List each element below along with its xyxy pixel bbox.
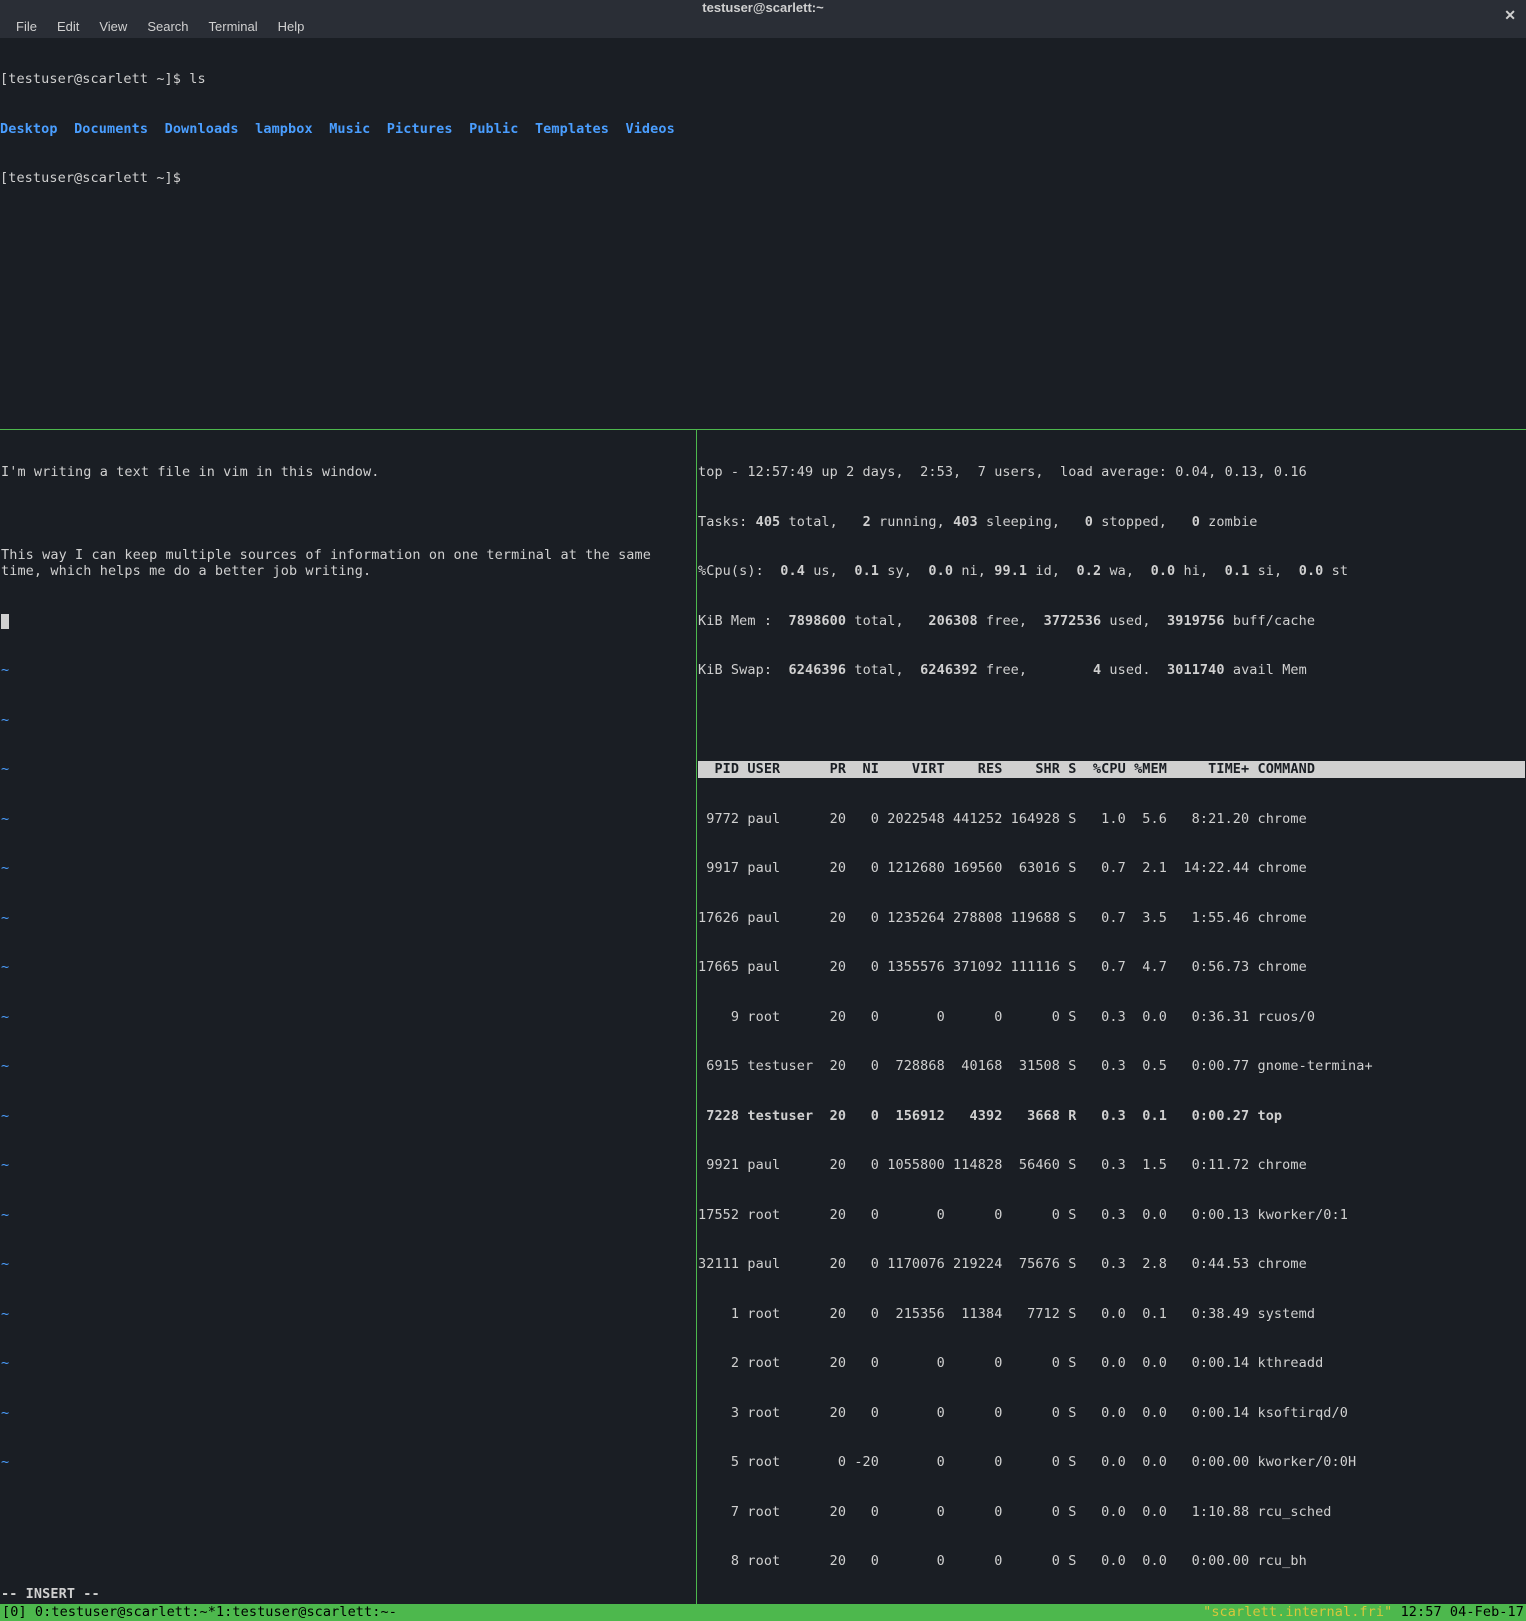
vim-tilde: ~ bbox=[1, 910, 695, 927]
tmux-status-bar[interactable]: [0] 0:testuser@scarlett:~* 1:testuser@sc… bbox=[0, 1604, 1526, 1621]
vim-tilde: ~ bbox=[1, 1454, 695, 1471]
vim-tilde: ~ bbox=[1, 712, 695, 729]
top-process-row: 6915 testuser 20 0 728868 40168 31508 S … bbox=[698, 1058, 1525, 1075]
tmux-clock: 12:57 04-Feb-17 bbox=[1392, 1604, 1524, 1620]
dir-desktop: Desktop bbox=[0, 121, 58, 137]
top-process-row: 3 root 20 0 0 0 0 S 0.0 0.0 0:00.14 ksof… bbox=[698, 1405, 1525, 1422]
vim-tilde: ~ bbox=[1, 1355, 695, 1372]
cursor-icon bbox=[1, 614, 9, 629]
top-summary-cpu: %Cpu(s): 0.4 us, 0.1 sy, 0.0 ni, 99.1 id… bbox=[698, 563, 1525, 580]
vim-cursor-line bbox=[1, 613, 695, 630]
top-summary-swap: KiB Swap: 6246396 total, 6246392 free, 4… bbox=[698, 662, 1525, 679]
vim-pane[interactable]: I'm writing a text file in vim in this w… bbox=[0, 430, 697, 1604]
vim-tilde: ~ bbox=[1, 1306, 695, 1323]
top-process-row: 17626 paul 20 0 1235264 278808 119688 S … bbox=[698, 910, 1525, 927]
top-process-row: 7 root 20 0 0 0 0 S 0.0 0.0 1:10.88 rcu_… bbox=[698, 1504, 1525, 1521]
vim-tilde: ~ bbox=[1, 1157, 695, 1174]
top-summary-1: top - 12:57:49 up 2 days, 2:53, 7 users,… bbox=[698, 464, 1525, 481]
window-titlebar: testuser@scarlett:~ ✕ bbox=[0, 0, 1526, 15]
tmux-status-right: "scarlett.internal.fri" 12:57 04-Feb-17 bbox=[1203, 1604, 1524, 1620]
menu-file[interactable]: File bbox=[6, 15, 47, 38]
tmux-window-0[interactable]: 0:testuser@scarlett:~* bbox=[35, 1604, 216, 1620]
top-process-row-active: 7228 testuser 20 0 156912 4392 3668 R 0.… bbox=[698, 1108, 1525, 1125]
menu-help[interactable]: Help bbox=[268, 15, 315, 38]
top-process-row: 9921 paul 20 0 1055800 114828 56460 S 0.… bbox=[698, 1157, 1525, 1174]
top-process-row: 2 root 20 0 0 0 0 S 0.0 0.0 0:00.14 kthr… bbox=[698, 1355, 1525, 1372]
vim-tilde: ~ bbox=[1, 1009, 695, 1026]
vim-tilde: ~ bbox=[1, 959, 695, 976]
close-icon[interactable]: ✕ bbox=[1504, 7, 1516, 24]
dir-music: Music bbox=[329, 121, 370, 137]
ls-output: Desktop Documents Downloads lampbox Musi… bbox=[0, 121, 1526, 138]
top-process-row: 9917 paul 20 0 1212680 169560 63016 S 0.… bbox=[698, 860, 1525, 877]
top-process-row: 8 root 20 0 0 0 0 S 0.0 0.0 0:00.00 rcu_… bbox=[698, 1553, 1525, 1570]
shell-command: ls bbox=[189, 71, 205, 87]
dir-templates: Templates bbox=[535, 121, 609, 137]
vim-line-1: I'm writing a text file in vim in this w… bbox=[1, 464, 695, 481]
shell-pane[interactable]: [testuser@scarlett ~]$ ls Desktop Docume… bbox=[0, 38, 1526, 429]
top-process-row: 1 root 20 0 215356 11384 7712 S 0.0 0.1 … bbox=[698, 1306, 1525, 1323]
shell-prompt-2: [testuser@scarlett ~]$ bbox=[0, 170, 189, 186]
top-pane[interactable]: top - 12:57:49 up 2 days, 2:53, 7 users,… bbox=[697, 430, 1526, 1604]
shell-prompt: [testuser@scarlett ~]$ bbox=[0, 71, 189, 87]
dir-videos: Videos bbox=[625, 121, 674, 137]
top-process-row: 17665 paul 20 0 1355576 371092 111116 S … bbox=[698, 959, 1525, 976]
menu-view[interactable]: View bbox=[89, 15, 137, 38]
top-summary-tasks: Tasks: 405 total, 2 running, 403 sleepin… bbox=[698, 514, 1525, 531]
terminal-body[interactable]: [testuser@scarlett ~]$ ls Desktop Docume… bbox=[0, 38, 1526, 1621]
vim-tilde: ~ bbox=[1, 1108, 695, 1125]
tmux-window-1[interactable]: 1:testuser@scarlett:~- bbox=[216, 1604, 397, 1620]
top-process-row: 9 root 20 0 0 0 0 S 0.3 0.0 0:36.31 rcuo… bbox=[698, 1009, 1525, 1026]
tmux-session: [0] bbox=[2, 1604, 35, 1620]
dir-downloads: Downloads bbox=[165, 121, 239, 137]
menubar: File Edit View Search Terminal Help bbox=[0, 15, 1526, 38]
top-process-row: 32111 paul 20 0 1170076 219224 75676 S 0… bbox=[698, 1256, 1525, 1273]
window-title: testuser@scarlett:~ bbox=[702, 0, 823, 15]
dir-lampbox: lampbox bbox=[255, 121, 313, 137]
vim-tilde: ~ bbox=[1, 761, 695, 778]
vim-tilde: ~ bbox=[1, 1405, 695, 1422]
vim-tilde: ~ bbox=[1, 1058, 695, 1075]
lower-split: I'm writing a text file in vim in this w… bbox=[0, 429, 1526, 1604]
vim-tilde: ~ bbox=[1, 811, 695, 828]
vim-line-3: This way I can keep multiple sources of … bbox=[1, 547, 695, 580]
dir-public: Public bbox=[469, 121, 518, 137]
vim-tilde: ~ bbox=[1, 1207, 695, 1224]
top-column-header: PID USER PR NI VIRT RES SHR S %CPU %MEM … bbox=[698, 761, 1525, 778]
top-summary-mem: KiB Mem : 7898600 total, 206308 free, 37… bbox=[698, 613, 1525, 630]
vim-tilde: ~ bbox=[1, 1256, 695, 1273]
tmux-hostname: "scarlett.internal.fri" bbox=[1203, 1604, 1392, 1620]
top-process-row: 5 root 0 -20 0 0 0 S 0.0 0.0 0:00.00 kwo… bbox=[698, 1454, 1525, 1471]
top-process-row: 17552 root 20 0 0 0 0 S 0.3 0.0 0:00.13 … bbox=[698, 1207, 1525, 1224]
menu-terminal[interactable]: Terminal bbox=[199, 15, 268, 38]
menu-edit[interactable]: Edit bbox=[47, 15, 89, 38]
vim-tilde: ~ bbox=[1, 662, 695, 679]
vim-mode-insert: -- INSERT -- bbox=[1, 1586, 100, 1603]
top-process-row: 9772 paul 20 0 2022548 441252 164928 S 1… bbox=[698, 811, 1525, 828]
menu-search[interactable]: Search bbox=[137, 15, 198, 38]
dir-documents: Documents bbox=[74, 121, 148, 137]
dir-pictures: Pictures bbox=[387, 121, 453, 137]
vim-tilde: ~ bbox=[1, 860, 695, 877]
